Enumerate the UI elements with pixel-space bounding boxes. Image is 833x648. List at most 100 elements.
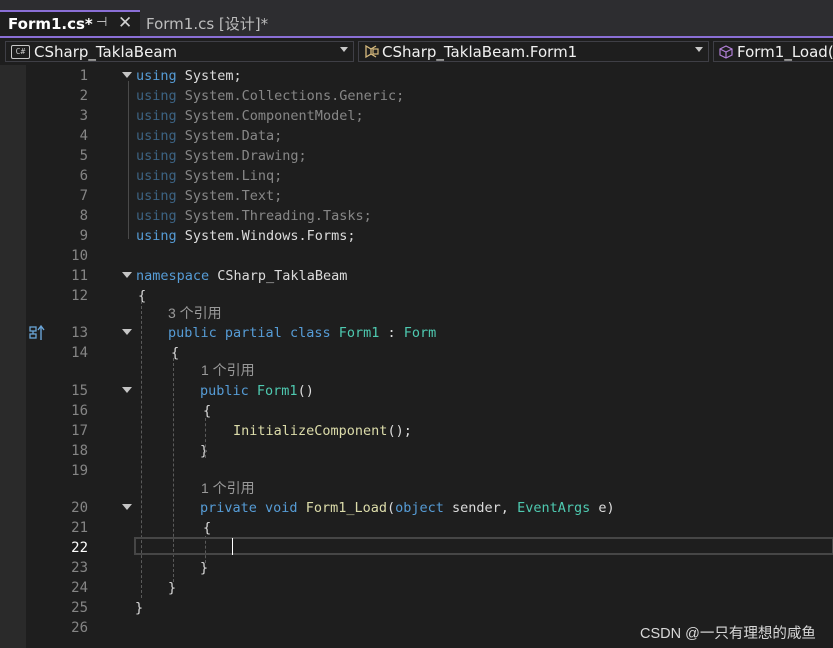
line-number: 10 <box>71 248 88 264</box>
code-token: Form1 <box>338 325 380 341</box>
code-line[interactable]: 18} <box>0 441 833 461</box>
collapse-icon[interactable] <box>122 329 132 335</box>
code-token: { <box>138 288 147 304</box>
code-text: using System.Linq; <box>136 166 282 186</box>
code-token: System; <box>176 68 242 84</box>
project-dropdown-value: CSharp_TaklaBeam <box>34 42 178 61</box>
text-caret <box>232 538 233 555</box>
line-number: 4 <box>79 128 88 144</box>
member-dropdown[interactable]: Form1_Load( <box>713 41 833 62</box>
line-number: 15 <box>71 383 88 399</box>
code-token: using <box>136 128 177 144</box>
line-number: 5 <box>79 148 88 164</box>
line-number: 6 <box>79 168 88 184</box>
line-number: 16 <box>71 403 88 419</box>
code-text: public Form1() <box>200 381 314 401</box>
codelens-references[interactable]: 1 个引用 <box>201 361 255 379</box>
code-token: sender, <box>443 500 518 516</box>
line-number: 23 <box>71 560 88 576</box>
code-token: partial <box>224 325 282 341</box>
collapse-icon[interactable] <box>122 272 132 278</box>
code-line[interactable]: 7 using System.Text; <box>0 186 833 206</box>
pin-icon[interactable]: ⊣ <box>96 15 107 30</box>
member-dropdown-value: Form1_Load( <box>737 42 833 61</box>
code-line[interactable]: 5 using System.Drawing; <box>0 146 833 166</box>
codelens-references[interactable]: 1 个引用 <box>201 479 255 497</box>
line-number: 8 <box>79 208 88 224</box>
code-token: using <box>136 148 177 164</box>
code-text: } <box>135 598 143 618</box>
line-number: 13 <box>71 325 88 341</box>
tab-label: Form1.cs* <box>8 15 93 33</box>
code-token: using <box>136 108 177 124</box>
code-token: System.Collections.Generic; <box>176 88 405 104</box>
chevron-down-icon <box>695 47 703 52</box>
code-token: EventArgs <box>517 500 591 516</box>
close-icon[interactable]: ✕ <box>118 13 132 33</box>
tab-form1-designer[interactable]: Form1.cs [设计]* <box>140 10 320 36</box>
line-number: 7 <box>79 188 88 204</box>
class-dropdown-value: CSharp_TaklaBeam.Form1 <box>382 42 578 61</box>
class-icon <box>365 44 379 58</box>
code-line[interactable]: 24} <box>0 578 833 598</box>
collapse-icon[interactable] <box>122 72 132 78</box>
code-token: : <box>379 325 404 341</box>
class-dropdown[interactable]: CSharp_TaklaBeam.Form1 <box>358 41 709 62</box>
code-text: namespace CSharp_TaklaBeam <box>136 266 347 286</box>
code-line[interactable]: 4 using System.Data; <box>0 126 833 146</box>
project-dropdown[interactable]: C# CSharp_TaklaBeam <box>5 41 354 62</box>
code-line[interactable]: 21 { <box>0 518 833 538</box>
code-line[interactable]: 14{ <box>0 343 833 363</box>
code-text: using System.Text; <box>136 186 282 206</box>
code-token: class <box>289 325 331 341</box>
using-block-guide <box>128 81 129 239</box>
code-token: using <box>136 208 177 224</box>
ctor-guide <box>205 418 206 458</box>
code-line[interactable]: 16 { <box>0 401 833 421</box>
line-number: 17 <box>71 423 88 439</box>
code-text: using System; <box>136 66 242 86</box>
method-icon <box>719 44 733 59</box>
code-token: using <box>136 188 177 204</box>
line-number: 9 <box>79 228 88 244</box>
tab-label: Form1.cs [设计]* <box>146 14 269 33</box>
code-editor[interactable]: 1 using System; 2 using System.Collections.… <box>0 65 833 648</box>
code-line[interactable]: 2 using System.Collections.Generic; <box>0 86 833 106</box>
code-line[interactable]: 19 <box>0 461 833 481</box>
navigation-bar: C# CSharp_TaklaBeam CSharp_TaklaBeam.For… <box>0 38 833 66</box>
code-token: (); <box>387 423 412 439</box>
code-token: } <box>168 580 177 596</box>
code-line[interactable]: 6 using System.Linq; <box>0 166 833 186</box>
code-line[interactable]: 25} <box>0 598 833 618</box>
code-token: System.Data; <box>176 128 283 144</box>
code-token: Form <box>403 325 437 341</box>
tab-form1-code[interactable]: Form1.cs* ⊣ ✕ <box>0 10 140 36</box>
line-number: 2 <box>79 88 88 104</box>
watermark: CSDN @一只有理想的咸鱼 <box>640 626 816 642</box>
codelens-references[interactable]: 3 个引用 <box>168 304 222 322</box>
code-token: using <box>136 228 177 244</box>
code-token: private <box>200 500 257 516</box>
code-token: System.Linq; <box>176 168 283 184</box>
code-token: namespace <box>136 268 210 284</box>
collapse-icon[interactable] <box>122 387 132 393</box>
code-token: System.Text; <box>176 188 283 204</box>
code-token: InitializeComponent <box>233 423 388 439</box>
code-line[interactable]: 9 using System.Windows.Forms; <box>0 226 833 246</box>
code-line[interactable]: 23} <box>0 558 833 578</box>
code-line[interactable]: 3 using System.ComponentModel; <box>0 106 833 126</box>
code-line[interactable]: 10 <box>0 246 833 266</box>
code-token: () <box>297 383 314 399</box>
code-token: System.Windows.Forms; <box>176 228 356 244</box>
code-line[interactable]: 17 InitializeComponent(); <box>0 421 833 441</box>
collapse-icon[interactable] <box>122 504 132 510</box>
code-line[interactable]: 8 using System.Threading.Tasks; <box>0 206 833 226</box>
line-number: 22 <box>71 540 88 556</box>
document-tab-bar: Form1.cs* ⊣ ✕ Form1.cs [设计]* <box>0 0 833 36</box>
code-token: } <box>135 600 144 616</box>
code-line[interactable]: 12 { <box>0 286 833 306</box>
